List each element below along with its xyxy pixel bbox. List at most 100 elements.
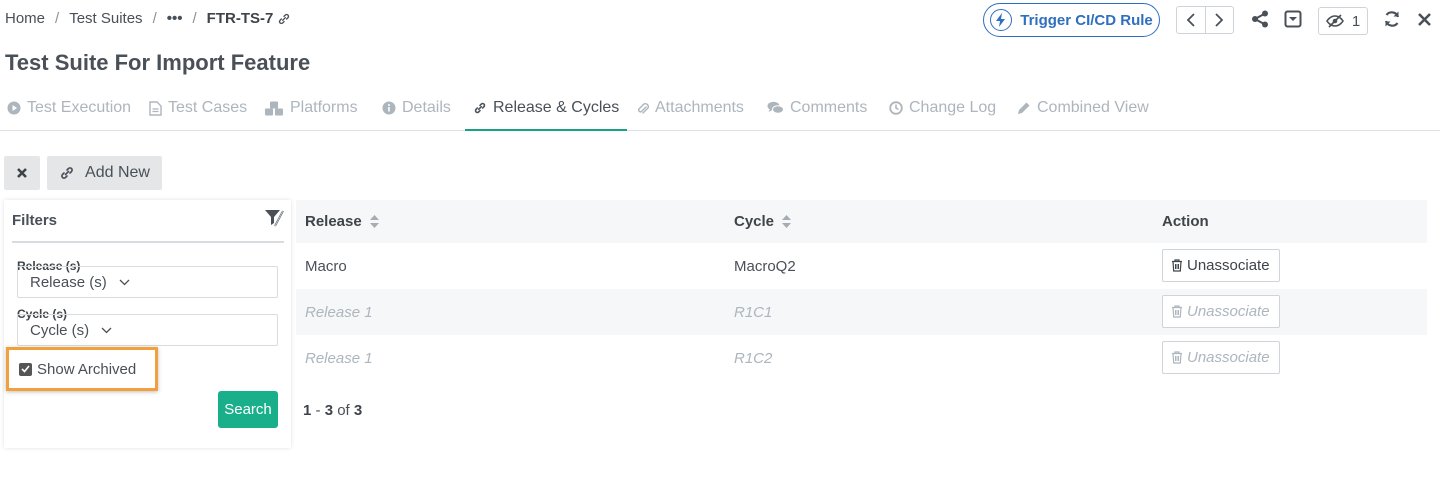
close-panel-button[interactable] <box>4 156 40 190</box>
tab-label: Platforms <box>290 99 358 116</box>
info-icon <box>382 101 396 115</box>
sort-icon <box>369 215 379 228</box>
tab-attachments[interactable]: Attachments <box>636 86 744 130</box>
table-row: Release 1 R1C2 Unassociate <box>296 335 1427 381</box>
cycle-cell: R1C1 <box>734 303 773 321</box>
tab-platforms[interactable]: Platforms <box>264 86 358 130</box>
tab-label: Attachments <box>655 99 744 116</box>
release-filter-select[interactable]: Release (s) <box>17 266 278 298</box>
tab-label: Change Log <box>909 99 997 116</box>
column-action: Action <box>1162 213 1209 230</box>
breadcrumb-home[interactable]: Home <box>5 10 45 27</box>
add-new-button[interactable]: Add New <box>47 156 162 190</box>
bolt-icon <box>990 9 1013 31</box>
clock-icon <box>889 101 903 115</box>
tab-label: Test Execution <box>27 99 132 116</box>
breadcrumb-separator: / <box>55 10 60 27</box>
trash-icon <box>1172 305 1182 318</box>
paperclip-icon <box>636 101 649 116</box>
release-filter-value: Release (s) <box>30 273 107 291</box>
breadcrumb-ellipsis[interactable]: ••• <box>167 10 183 27</box>
cubes-icon <box>264 101 284 116</box>
pager-of: of <box>337 402 350 419</box>
trigger-cicd-rule-button[interactable]: Trigger CI/CD Rule <box>983 3 1160 37</box>
watch-button[interactable]: 1 <box>1318 7 1368 35</box>
breadcrumb: Home / Test Suites / ••• / FTR-TS-7 <box>5 10 291 27</box>
column-cycle[interactable]: Cycle <box>734 200 792 243</box>
page-title: Test Suite For Import Feature <box>5 50 311 75</box>
show-archived-label: Show Archived <box>37 360 137 378</box>
tab-label: Comments <box>790 99 868 116</box>
chevron-down-icon <box>119 279 130 286</box>
release-cycles-table: Release Cycle Action Macro MacroQ2 Unass… <box>296 200 1427 381</box>
tab-release-cycles[interactable]: Release & Cycles <box>465 86 628 131</box>
pencil-icon <box>1017 101 1031 115</box>
pager-to: 3 <box>324 402 334 419</box>
column-label: Release <box>305 213 362 230</box>
pager-from: 1 <box>303 402 312 419</box>
tab-test-execution[interactable]: Test Execution <box>7 86 131 130</box>
top-bar: Home / Test Suites / ••• / FTR-TS-7 Trig… <box>0 0 1440 40</box>
breadcrumb-test-suites[interactable]: Test Suites <box>69 10 142 27</box>
pagination-summary: 1 - 3 of 3 <box>303 402 363 419</box>
watch-count: 1 <box>1351 12 1361 30</box>
next-button[interactable] <box>1204 7 1234 33</box>
unassociate-label: Unassociate <box>1187 257 1270 274</box>
tab-label: Release & Cycles <box>493 98 620 116</box>
refresh-icon[interactable] <box>1382 9 1402 29</box>
chevron-down-icon <box>101 327 112 334</box>
trash-icon <box>1172 351 1182 364</box>
trigger-label: Trigger CI/CD Rule <box>1020 11 1153 29</box>
tab-details[interactable]: Details <box>382 86 451 130</box>
close-icon <box>17 168 27 178</box>
unassociate-button[interactable]: Unassociate <box>1162 295 1280 328</box>
cycle-cell: R1C2 <box>734 349 773 367</box>
breadcrumb-separator: / <box>152 10 157 27</box>
play-circle-icon <box>7 101 21 115</box>
link-icon <box>61 167 73 179</box>
unassociate-label: Unassociate <box>1187 303 1270 320</box>
column-release[interactable]: Release <box>305 200 379 243</box>
pager-total: 3 <box>353 402 363 419</box>
previous-button[interactable] <box>1177 7 1205 33</box>
chevron-right-icon <box>1215 13 1224 27</box>
breadcrumb-separator: / <box>192 10 197 27</box>
table-row: Macro MacroQ2 Unassociate <box>296 243 1427 289</box>
show-archived-checkbox[interactable]: Show Archived <box>6 347 158 391</box>
trash-icon <box>1172 259 1182 272</box>
dropdown-box-icon[interactable] <box>1283 9 1303 29</box>
unassociate-button[interactable]: Unassociate <box>1162 249 1280 282</box>
breadcrumb-current: FTR-TS-7 <box>206 10 274 27</box>
chevron-left-icon <box>1186 13 1195 27</box>
filters-panel: Filters Release (s) Release (s) Cycle (s… <box>4 200 291 448</box>
close-icon[interactable] <box>1414 9 1434 29</box>
comments-icon <box>767 101 784 115</box>
sort-icon <box>782 215 792 228</box>
unassociate-button[interactable]: Unassociate <box>1162 341 1280 374</box>
column-label: Cycle <box>734 213 775 230</box>
cycle-filter-select[interactable]: Cycle (s) <box>17 314 278 346</box>
unassociate-label: Unassociate <box>1187 349 1270 366</box>
release-cell: Macro <box>305 257 347 275</box>
filters-title: Filters <box>12 212 58 229</box>
tab-label: Test Cases <box>168 99 248 116</box>
cycle-filter-value: Cycle (s) <box>30 321 90 339</box>
add-new-label: Add New <box>85 164 150 181</box>
cycle-cell: MacroQ2 <box>734 257 796 275</box>
tab-comments[interactable]: Comments <box>767 86 867 130</box>
link-icon <box>473 101 487 115</box>
filters-header: Filters <box>12 200 284 243</box>
tab-change-log[interactable]: Change Log <box>889 86 996 130</box>
tab-test-cases[interactable]: Test Cases <box>149 86 247 130</box>
release-cell: Release 1 <box>305 303 373 321</box>
prev-next-group <box>1176 6 1234 34</box>
search-button[interactable]: Search <box>218 391 278 428</box>
document-icon <box>149 100 162 116</box>
tab-combined-view[interactable]: Combined View <box>1017 86 1149 130</box>
tab-bar: Test Execution Test Cases Platforms Deta… <box>0 86 1440 131</box>
copy-link-icon[interactable] <box>277 12 291 26</box>
tab-label: Details <box>402 99 451 116</box>
release-cell: Release 1 <box>305 349 373 367</box>
share-icon[interactable] <box>1250 9 1270 29</box>
clear-filter-icon[interactable] <box>264 209 284 232</box>
